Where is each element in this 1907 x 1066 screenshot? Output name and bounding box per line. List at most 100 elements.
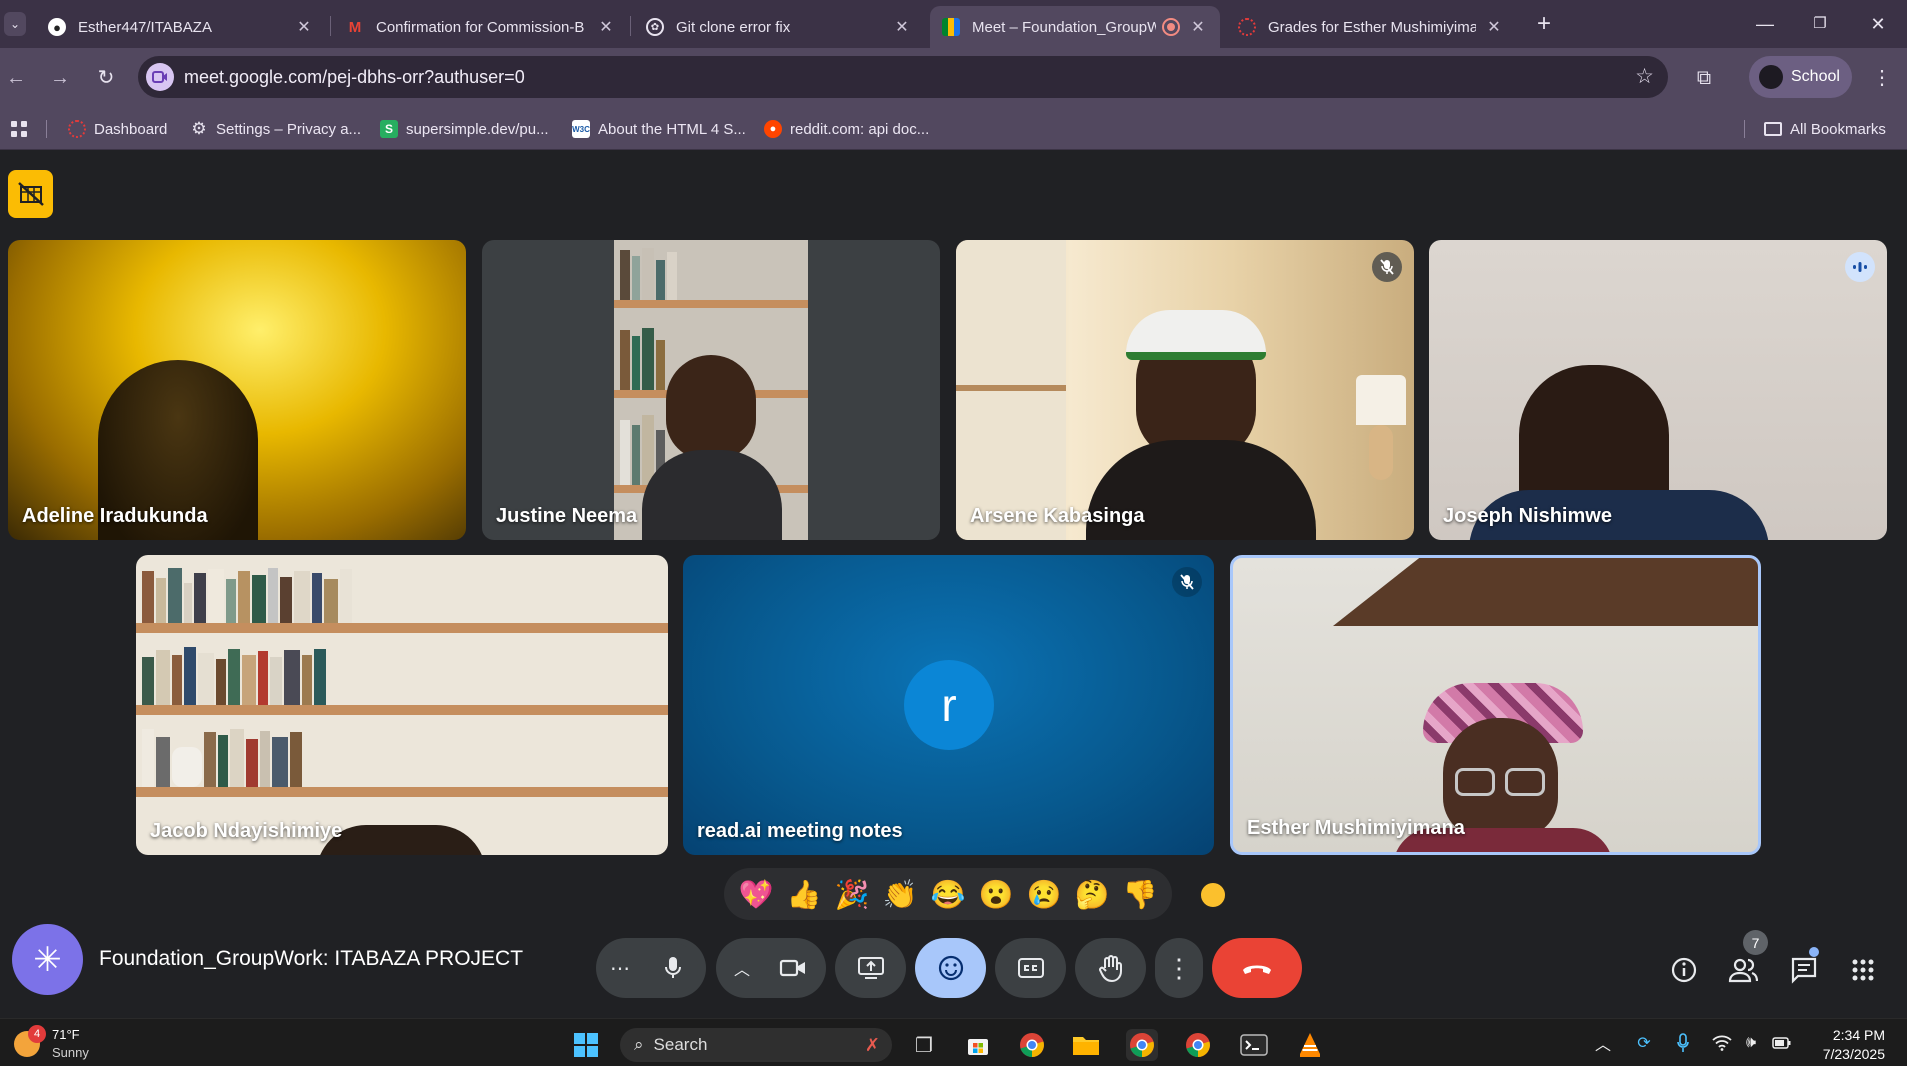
address-bar[interactable]: meet.google.com/pej-dbhs-orr?authuser=0 …: [138, 56, 1668, 98]
new-tab-button[interactable]: +: [1530, 10, 1558, 38]
present-screen-icon: [857, 957, 884, 979]
browser-menu-icon[interactable]: ⋮: [1868, 62, 1896, 94]
tab-google-meet[interactable]: Meet – Foundation_GroupW ✕: [930, 6, 1220, 48]
bookmark-label: Dashboard: [94, 120, 168, 138]
more-options-button[interactable]: ⋮: [1155, 938, 1203, 998]
participant-tile[interactable]: Justine Neema: [482, 240, 940, 540]
close-tab-icon[interactable]: ✕: [596, 17, 616, 37]
raise-hand-button[interactable]: [1075, 938, 1146, 998]
present-screen-button[interactable]: [835, 938, 906, 998]
reaction-thumbs-down-button[interactable]: 👎: [1120, 874, 1160, 914]
close-tab-icon[interactable]: ✕: [1484, 17, 1504, 37]
back-button[interactable]: ←: [0, 62, 32, 94]
clock-date[interactable]: 7/23/2025: [1823, 1046, 1885, 1062]
close-tab-icon[interactable]: ✕: [1188, 17, 1208, 37]
meet-main: Adeline Iradukunda Justine Neema Arsene …: [0, 150, 1907, 1018]
self-view-tile[interactable]: Esther Mushimiyimana: [1230, 555, 1761, 855]
captions-button[interactable]: [995, 938, 1066, 998]
all-bookmarks-button[interactable]: All Bookmarks: [1764, 118, 1886, 140]
bookmark-settings-privacy[interactable]: ⚙ Settings – Privacy a...: [190, 118, 361, 140]
reddit-icon: ●: [764, 120, 782, 138]
participant-tile[interactable]: Jacob Ndayishimiye: [136, 555, 668, 855]
close-tab-icon[interactable]: ✕: [294, 17, 314, 37]
sync-icon[interactable]: ⟳: [1632, 1031, 1656, 1055]
minimize-button[interactable]: —: [1745, 10, 1785, 38]
windows-taskbar: 4 71°F Sunny ⌕ Search ✗ ❐ ︿ ⟳ 🕪 2:34 PM …: [0, 1018, 1907, 1066]
chatgpt-icon: ✿: [646, 18, 664, 36]
close-tab-icon[interactable]: ✕: [892, 17, 912, 37]
activities-logo-button[interactable]: ✳: [12, 924, 83, 995]
video-options-button[interactable]: ︿: [734, 956, 750, 980]
participant-name: Esther Mushimiyimana: [1247, 817, 1465, 839]
reaction-clap-button[interactable]: 👏: [880, 874, 920, 914]
close-window-button[interactable]: ✕: [1858, 10, 1898, 38]
chrome-icon[interactable]: [1016, 1029, 1048, 1061]
start-button[interactable]: [570, 1029, 602, 1061]
activities-button[interactable]: [1843, 950, 1883, 990]
weather-widget[interactable]: 4 71°F Sunny: [0, 1019, 110, 1066]
meeting-title: Foundation_GroupWork: ITABAZA PROJECT: [99, 947, 524, 970]
bookmark-reddit-api[interactable]: ● reddit.com: api doc...: [764, 118, 929, 140]
profile-label: School: [1791, 68, 1840, 85]
apps-grid-icon[interactable]: [10, 118, 28, 140]
meeting-details-button[interactable]: [1664, 950, 1704, 990]
microsoft-store-icon[interactable]: [962, 1029, 994, 1061]
profile-button[interactable]: School: [1749, 56, 1852, 98]
tab-gmail[interactable]: M Confirmation for Commission-B ✕: [334, 6, 628, 48]
reactions-button[interactable]: [915, 938, 986, 998]
canvas-icon: [1238, 18, 1256, 36]
audio-options-button[interactable]: ⋯: [610, 956, 630, 981]
raise-hand-icon: [1098, 955, 1122, 982]
bookmark-supersimple[interactable]: S supersimple.dev/pu...: [380, 118, 549, 140]
skin-tone-button[interactable]: [1199, 881, 1227, 909]
gear-icon: ⚙: [191, 119, 207, 138]
weather-description: Sunny: [52, 1045, 89, 1060]
reload-button[interactable]: ↻: [90, 62, 122, 94]
participant-tile[interactable]: Arsene Kabasinga: [956, 240, 1414, 540]
vlc-icon[interactable]: [1294, 1029, 1326, 1061]
avatar: [1759, 65, 1783, 89]
layout-toggle-button[interactable]: [8, 170, 53, 218]
participant-name: Justine Neema: [496, 505, 638, 527]
camera-button[interactable]: [768, 943, 818, 993]
bookmark-dashboard[interactable]: Dashboard: [68, 118, 167, 140]
file-explorer-icon[interactable]: [1070, 1029, 1102, 1061]
forward-button[interactable]: →: [44, 62, 76, 94]
participant-tile[interactable]: Adeline Iradukunda: [8, 240, 466, 540]
bookmark-w3c-html[interactable]: W3C About the HTML 4 S...: [572, 118, 746, 140]
reaction-surprised-button[interactable]: 😮: [976, 874, 1016, 914]
chrome-profile-icon[interactable]: [1126, 1029, 1158, 1061]
extensions-icon[interactable]: ⧉: [1688, 62, 1720, 94]
microphone-in-use-icon[interactable]: [1671, 1031, 1695, 1055]
chrome-alt-profile-icon[interactable]: [1182, 1029, 1214, 1061]
reaction-heart-button[interactable]: 💖: [736, 874, 776, 914]
battery-icon[interactable]: [1770, 1031, 1794, 1055]
volume-icon[interactable]: 🕪: [1739, 1031, 1763, 1055]
tab-search-button[interactable]: ⌄: [4, 12, 26, 36]
bookmark-star-icon[interactable]: ☆: [1635, 64, 1654, 89]
reaction-party-button[interactable]: 🎉: [832, 874, 872, 914]
participant-video: [136, 563, 668, 623]
task-view-icon[interactable]: ❐: [908, 1029, 940, 1061]
reaction-laugh-button[interactable]: 😂: [928, 874, 968, 914]
restore-button[interactable]: ❐: [1800, 10, 1840, 38]
reaction-thumbs-up-button[interactable]: 👍: [784, 874, 824, 914]
reaction-sad-button[interactable]: 😢: [1024, 874, 1064, 914]
wifi-icon[interactable]: [1710, 1031, 1734, 1055]
people-button[interactable]: [1723, 950, 1763, 990]
show-hidden-icons[interactable]: ︿: [1591, 1031, 1615, 1055]
leave-call-button[interactable]: [1212, 938, 1302, 998]
chat-button[interactable]: [1784, 950, 1824, 990]
tab-github[interactable]: ● Esther447/ITABAZA ✕: [36, 6, 326, 48]
tab-canvas-grades[interactable]: Grades for Esther Mushimiyima ✕: [1226, 6, 1516, 48]
clock-time[interactable]: 2:34 PM: [1833, 1027, 1885, 1043]
site-info-icon[interactable]: [146, 63, 174, 91]
taskbar-search-box[interactable]: ⌕ Search ✗: [620, 1028, 892, 1062]
participant-tile[interactable]: Joseph Nishimwe: [1429, 240, 1887, 540]
terminal-icon[interactable]: [1238, 1029, 1270, 1061]
end-call-icon: [1243, 965, 1271, 974]
tab-chatgpt[interactable]: ✿ Git clone error fix ✕: [634, 6, 924, 48]
participant-tile[interactable]: r read.ai meeting notes: [683, 555, 1214, 855]
microphone-button[interactable]: [648, 943, 698, 993]
reaction-thinking-button[interactable]: 🤔: [1072, 874, 1112, 914]
